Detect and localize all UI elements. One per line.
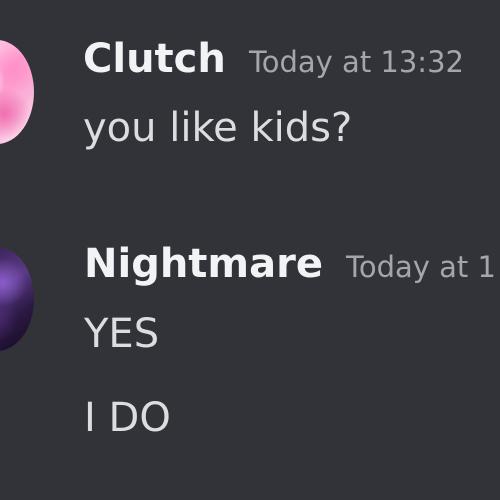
nightmare-timestamp: Today at 1 [346,250,496,284]
clutch-message-header: Clutch Today at 13:32 [83,35,464,86]
nightmare-message-text-2: I DO [84,395,171,441]
clutch-message-text: you like kids? [83,105,353,151]
clutch-username[interactable]: Clutch [83,36,226,82]
nightmare-avatar[interactable] [0,247,34,351]
nightmare-message-text-1: YES [84,311,160,357]
nightmare-username[interactable]: Nightmare [84,241,323,287]
clutch-avatar[interactable] [0,40,34,144]
clutch-timestamp: Today at 13:32 [248,45,464,79]
nightmare-message-header: Nightmare Today at 1 [84,240,496,291]
chat-message-list: Clutch Today at 13:32 you like kids? Nig… [0,0,500,500]
